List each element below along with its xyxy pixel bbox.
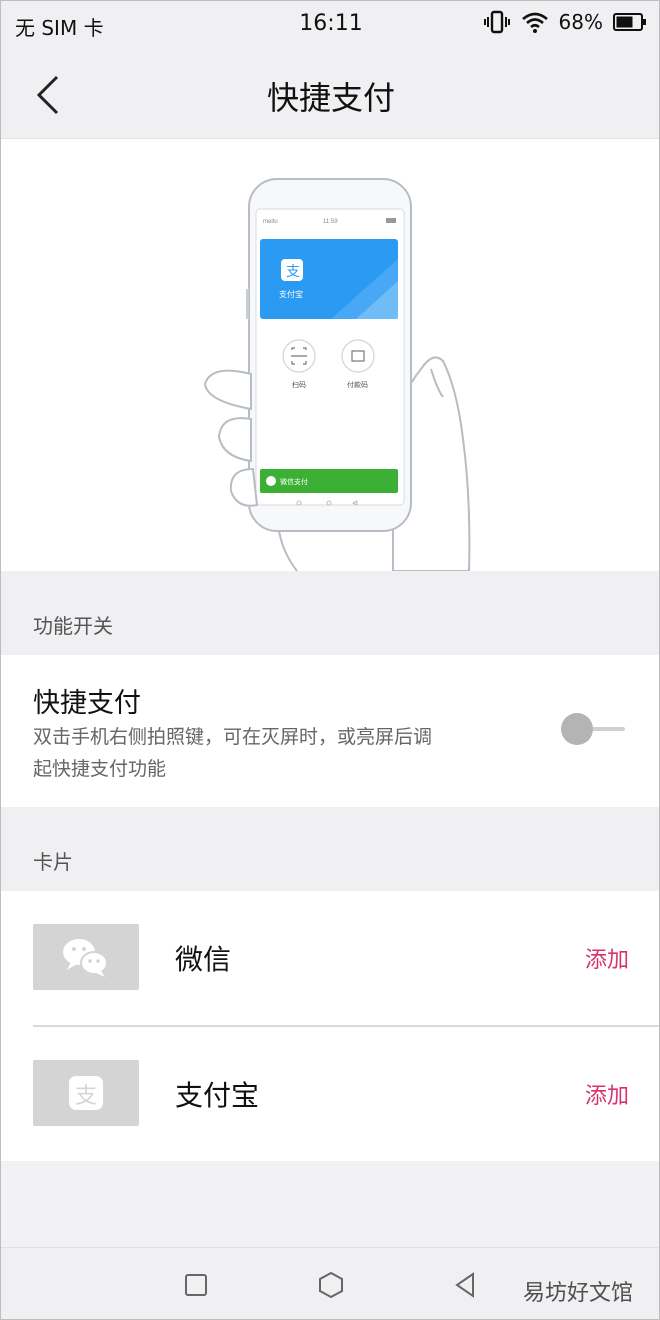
hero-illustration: meitu 11:59 支 支付宝 扫码 付款码 微信支付 bbox=[1, 139, 659, 572]
section-cards-label: 卡片 bbox=[33, 850, 73, 874]
phone-status-time: 11:59 bbox=[323, 219, 338, 225]
list-item-alipay: 支 支付宝 添加 bbox=[1, 1027, 659, 1161]
add-wechat-button[interactable]: 添加 bbox=[585, 942, 629, 974]
square-icon bbox=[185, 1274, 207, 1296]
quick-pay-description: 双击手机右侧拍照键，可在灭屏时，或亮屏后调起快捷支付功能 bbox=[33, 726, 433, 780]
section-feature-label: 功能开关 bbox=[33, 614, 113, 638]
hexagon-icon bbox=[319, 1271, 343, 1299]
svg-text:支: 支 bbox=[75, 1084, 97, 1109]
back-nav-button[interactable] bbox=[451, 1270, 481, 1300]
svg-text:支: 支 bbox=[286, 264, 300, 280]
quick-pay-setting: 快捷支付 双击手机右侧拍照键，可在灭屏时，或亮屏后调起快捷支付功能 bbox=[1, 655, 659, 807]
wechat-thumbnail bbox=[33, 924, 139, 990]
status-bar: 无 SIM 卡 16:11 68% bbox=[1, 1, 659, 49]
illustration-wechat-label: 微信支付 bbox=[280, 477, 308, 486]
phone-in-hand-illustration: meitu 11:59 支 支付宝 扫码 付款码 微信支付 bbox=[203, 178, 471, 572]
watermark: 易坊好文馆 bbox=[522, 1281, 633, 1306]
toggle-knob bbox=[561, 713, 593, 745]
status-icons: 68% bbox=[483, 10, 647, 34]
quick-pay-toggle[interactable] bbox=[561, 711, 625, 747]
alipay-name: 支付宝 bbox=[175, 1079, 260, 1112]
illustration-alipay-label: 支付宝 bbox=[279, 289, 303, 299]
wechat-icon bbox=[63, 939, 108, 977]
alipay-icon: 支 bbox=[69, 1076, 103, 1110]
wechat-name: 微信 bbox=[175, 943, 232, 976]
home-button[interactable] bbox=[316, 1270, 346, 1300]
triangle-back-icon bbox=[455, 1272, 474, 1298]
vibrate-icon bbox=[483, 10, 510, 34]
illustration-paycode-label: 付款码 bbox=[347, 380, 368, 389]
alipay-thumbnail: 支 bbox=[33, 1060, 139, 1126]
title-bar: 快捷支付 bbox=[1, 49, 659, 139]
illustration-scan-label: 扫码 bbox=[292, 380, 306, 389]
section-cards-header: 卡片 bbox=[1, 807, 659, 891]
phone-status-left: meitu bbox=[263, 219, 278, 225]
battery-icon bbox=[613, 13, 646, 31]
section-feature-header: 功能开关 bbox=[1, 571, 659, 655]
recents-button[interactable] bbox=[181, 1270, 211, 1300]
page-title: 快捷支付 bbox=[266, 79, 395, 117]
screen: 无 SIM 卡 16:11 68% 快捷支付 meitu 11:59 支 支付宝… bbox=[0, 0, 660, 1320]
quick-pay-title: 快捷支付 bbox=[33, 688, 141, 719]
battery-percent: 68% bbox=[558, 10, 603, 34]
cards-list: 微信 添加 支 支付宝 添加 bbox=[1, 891, 659, 1161]
system-nav-bar: 易坊好文馆 bbox=[1, 1247, 659, 1319]
add-alipay-button[interactable]: 添加 bbox=[585, 1078, 629, 1110]
list-item-wechat: 微信 添加 bbox=[1, 891, 659, 1025]
wifi-icon bbox=[521, 12, 548, 33]
